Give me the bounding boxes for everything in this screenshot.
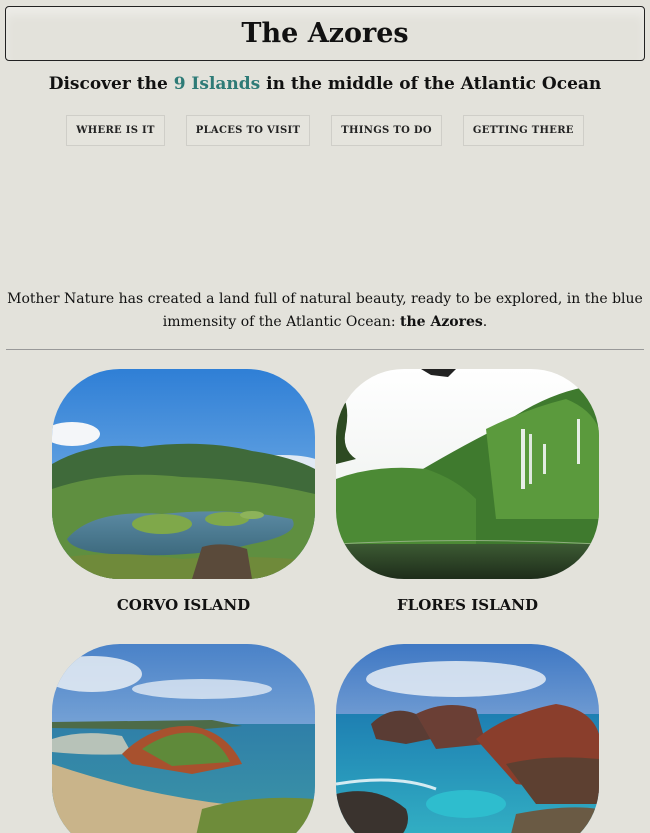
rocky-coast-photo[interactable] xyxy=(336,644,599,833)
intro-bold-text: the Azores xyxy=(400,314,483,330)
crater-lake-photo[interactable] xyxy=(52,369,315,579)
intro-text-end: . xyxy=(482,314,488,330)
island-name: Flores Island xyxy=(397,596,538,614)
nav-getting-there-button[interactable]: Getting there xyxy=(462,115,584,146)
coastal-bay-photo[interactable] xyxy=(52,644,315,833)
island-card-4[interactable] xyxy=(336,644,599,833)
nav-where-is-it-button[interactable]: Where is it xyxy=(66,115,165,146)
nav-places-to-visit-button[interactable]: Places to visit xyxy=(185,115,311,146)
waterfalls-photo[interactable] xyxy=(336,369,599,579)
nav-things-to-do-button[interactable]: Things to do xyxy=(331,115,442,146)
page-title: The Azores xyxy=(241,18,409,49)
islands-link[interactable]: 9 Islands xyxy=(174,74,261,94)
intro-text: Mother Nature has created a land full of… xyxy=(7,291,643,330)
section-divider xyxy=(6,349,644,350)
tagline-prefix: Discover the xyxy=(48,74,174,94)
tagline: Discover the 9 Islands in the middle of … xyxy=(0,74,650,94)
island-card-3[interactable] xyxy=(52,644,315,833)
title-banner: The Azores xyxy=(5,6,645,61)
tagline-suffix: in the middle of the Atlantic Ocean xyxy=(260,74,602,94)
page: The Azores Discover the 9 Islands in the… xyxy=(0,0,650,833)
island-card-flores[interactable]: Flores Island xyxy=(336,369,599,614)
island-card-corvo[interactable]: Corvo Island xyxy=(52,369,315,614)
island-name: Corvo Island xyxy=(116,596,251,614)
main-nav: Where is it Places to visit Things to do… xyxy=(0,115,650,146)
intro-paragraph: Mother Nature has created a land full of… xyxy=(5,288,645,334)
